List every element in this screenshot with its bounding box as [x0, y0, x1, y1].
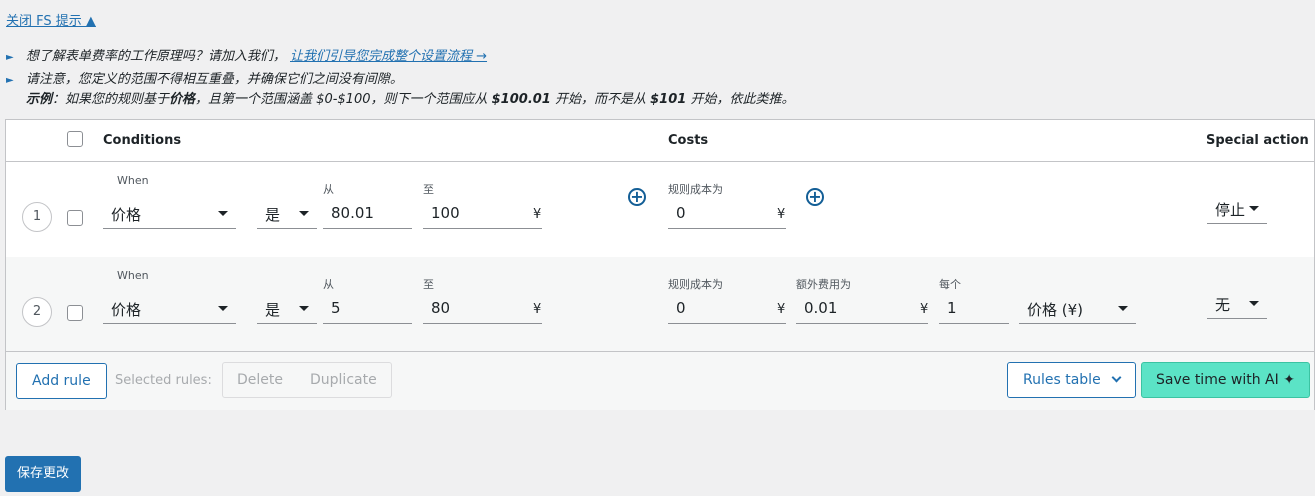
extra-fee-input[interactable]: 0.01 [796, 294, 928, 324]
note-example: 示例：如果您的规则基于价格，且第一个范围涵盖 $0-$100，则下一个范围应从 … [26, 88, 794, 107]
header-special-action: Special action [1206, 133, 1309, 148]
from-label: 从 [323, 278, 334, 291]
to-input[interactable]: 100 [423, 199, 542, 229]
to-label: 至 [423, 183, 434, 196]
table-row: 2 When 价格 是 从 5 至 80 ¥ 规则成本为 0 ¥ 额外费用为 0… [6, 257, 1314, 351]
special-action-select[interactable]: 停止 [1207, 194, 1267, 224]
to-input[interactable]: 80 [423, 294, 542, 324]
add-cost-icon[interactable]: + [806, 188, 824, 206]
example-bold: $100.01 [491, 92, 551, 107]
duplicate-button[interactable]: Duplicate [296, 362, 392, 398]
header-costs: Costs [668, 133, 709, 148]
special-action-select[interactable]: 无 [1207, 289, 1267, 319]
row-number: 2 [22, 297, 52, 327]
from-label: 从 [323, 183, 334, 196]
when-label: When [117, 269, 149, 282]
table-footer: Add rule Selected rules: Delete Duplicat… [6, 351, 1314, 410]
extra-fee-label: 额外费用为 [796, 278, 851, 291]
currency-suffix: ¥ [777, 207, 786, 222]
example-text: ，且第一个范围涵盖 $0-$100，则下一个范围应从 [195, 92, 492, 107]
per-label: 每个 [939, 278, 961, 291]
currency-suffix: ¥ [777, 302, 786, 317]
currency-suffix: ¥ [533, 207, 542, 222]
example-text: 开始，而不是从 [550, 92, 651, 107]
example-bold: $101 [650, 92, 687, 107]
setup-guide-link[interactable]: 让我们引导您完成整个设置流程 → [290, 49, 487, 64]
row-checkbox[interactable] [67, 210, 83, 226]
select-all-checkbox[interactable] [67, 131, 83, 147]
row-number: 1 [22, 202, 52, 232]
arrow-icon: ► [6, 52, 14, 63]
rules-table-button[interactable]: Rules table [1007, 362, 1136, 398]
note-setup-text: 想了解表单费率的工作原理吗？请加入我们， [25, 49, 286, 64]
from-input[interactable]: 5 [323, 294, 412, 324]
rules-table: Conditions Costs Special action 1 When 价… [5, 119, 1315, 410]
ai-button[interactable]: Save time with AI ✦ [1141, 362, 1310, 398]
currency-suffix: ¥ [533, 302, 542, 317]
cost-input[interactable]: 0 [668, 199, 786, 229]
from-input[interactable]: 80.01 [323, 199, 412, 229]
example-bold: 价格 [169, 92, 196, 107]
save-changes-button[interactable]: 保存更改 [5, 456, 82, 492]
note-setup: ► 想了解表单费率的工作原理吗？请加入我们， 让我们引导您完成整个设置流程 → [6, 45, 487, 64]
toggle-hints-link[interactable]: 关闭 FS 提示 ▲ [6, 10, 96, 29]
header-conditions: Conditions [103, 133, 182, 148]
add-condition-icon[interactable]: + [628, 188, 646, 206]
add-rule-button[interactable]: Add rule [16, 363, 107, 399]
operator-select[interactable]: 是 [257, 294, 317, 324]
table-header: Conditions Costs Special action [6, 120, 1314, 162]
delete-button[interactable]: Delete [222, 362, 298, 398]
example-text: ：如果您的规则基于 [52, 92, 170, 107]
row-checkbox[interactable] [67, 305, 83, 321]
note-ranges: ► 请注意，您定义的范围不得相互重叠，并确保它们之间没有间隙。 [6, 68, 403, 87]
selected-rules-label: Selected rules: [115, 373, 212, 388]
cost-label: 规则成本为 [668, 278, 723, 291]
per-unit-select[interactable]: 价格 (¥) [1019, 294, 1136, 324]
condition-select[interactable]: 价格 [103, 294, 236, 324]
example-label: 示例 [26, 92, 53, 107]
condition-select[interactable]: 价格 [103, 199, 236, 229]
when-label: When [117, 174, 149, 187]
to-label: 至 [423, 278, 434, 291]
chevron-down-icon [1111, 372, 1122, 383]
rules-table-label: Rules table [1023, 372, 1101, 388]
arrow-icon: ► [6, 75, 14, 86]
note-ranges-text: 请注意，您定义的范围不得相互重叠，并确保它们之间没有间隙。 [25, 72, 403, 87]
cost-label: 规则成本为 [668, 183, 723, 196]
currency-suffix: ¥ [920, 302, 929, 317]
per-input[interactable]: 1 [939, 294, 1009, 324]
cost-input[interactable]: 0 [668, 294, 786, 324]
operator-select[interactable]: 是 [257, 199, 317, 229]
example-text: 开始，依此类推。 [686, 92, 795, 107]
table-row: 1 When 价格 是 从 80.01 至 100 ¥ + 规则成本为 0 ¥ … [6, 162, 1314, 256]
